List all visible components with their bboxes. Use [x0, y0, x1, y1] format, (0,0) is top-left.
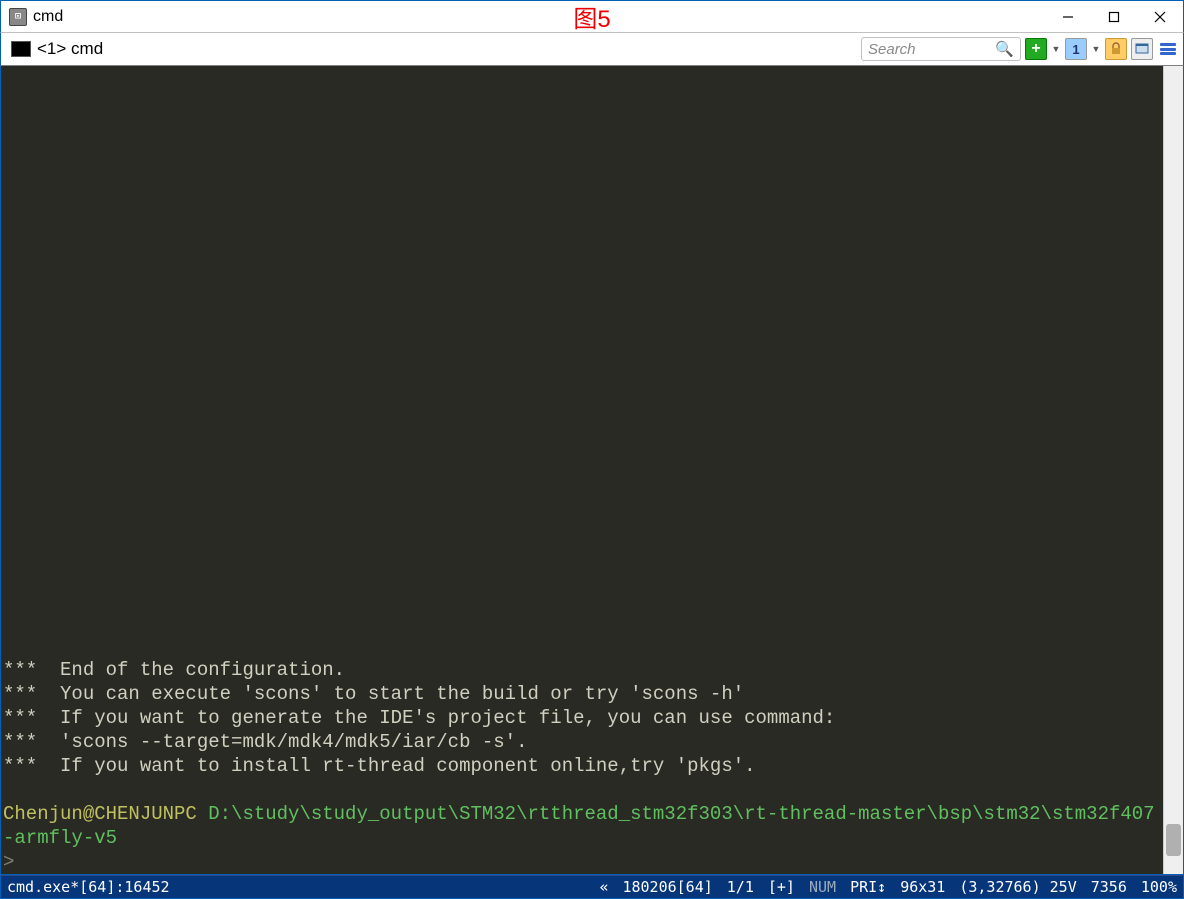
status-size: 96x31 — [900, 878, 945, 896]
hamburger-menu-icon[interactable] — [1157, 38, 1179, 60]
terminal-line: *** If you want to generate the IDE's pr… — [3, 706, 1161, 730]
view-button[interactable]: 1 — [1065, 38, 1087, 60]
terminal-icon — [11, 41, 31, 57]
lock-icon[interactable] — [1105, 38, 1127, 60]
terminal-line: *** 'scons --target=mdk/mdk4/mdk5/iar/cb… — [3, 730, 1161, 754]
window-titlebar: ⊡ cmd 图5 — [0, 0, 1184, 32]
prompt-user: Chenjun@CHENJUNPC — [3, 803, 208, 825]
terminal-line: *** If you want to install rt-thread com… — [3, 754, 1161, 778]
tab-label: <1> cmd — [37, 39, 103, 59]
search-placeholder: Search — [868, 41, 916, 58]
terminal-line: *** You can execute 'scons' to start the… — [3, 682, 1161, 706]
status-buffer: 180206[64] — [622, 878, 712, 896]
minimize-button[interactable] — [1045, 2, 1091, 32]
status-bar: cmd.exe*[64]:16452 « 180206[64] 1/1 [+] … — [0, 875, 1184, 899]
maximize-button[interactable] — [1091, 2, 1137, 32]
terminal[interactable]: *** End of the configuration. *** You ca… — [1, 66, 1163, 874]
scrollbar[interactable] — [1163, 66, 1183, 874]
status-numlock: NUM — [809, 878, 836, 896]
overlay-label: 图5 — [573, 0, 610, 34]
search-input[interactable]: Search 🔍 — [861, 37, 1021, 61]
console-tab[interactable]: <1> cmd — [5, 37, 109, 61]
toolbar: <1> cmd Search 🔍 + ▼ 1 ▼ — [0, 32, 1184, 66]
window-title: cmd — [33, 8, 63, 26]
app-icon: ⊡ — [9, 8, 27, 26]
terminal-line: *** End of the configuration. — [3, 658, 1161, 682]
scrollbar-thumb[interactable] — [1166, 824, 1181, 856]
window-controls — [1045, 2, 1183, 32]
status-process: cmd.exe*[64]:16452 — [7, 878, 170, 896]
status-position: 1/1 — [727, 878, 754, 896]
terminal-container: *** End of the configuration. *** You ca… — [0, 66, 1184, 875]
terminal-blank-line — [3, 778, 1161, 802]
search-icon: 🔍 — [995, 40, 1014, 58]
status-zoom: 100% — [1141, 878, 1177, 896]
status-cursor: (3,32766) 25V — [959, 878, 1076, 896]
view-dropdown[interactable]: ▼ — [1091, 44, 1101, 54]
close-button[interactable] — [1137, 2, 1183, 32]
fullscreen-icon[interactable] — [1131, 38, 1153, 60]
terminal-prompt-line: Chenjun@CHENJUNPC D:\study\study_output\… — [3, 802, 1161, 850]
status-chevrons: « — [599, 878, 608, 896]
terminal-caret-line: > — [3, 850, 1161, 874]
status-priority: PRI↕ — [850, 878, 886, 896]
prompt-caret: > — [3, 851, 14, 873]
new-console-button[interactable]: + — [1025, 38, 1047, 60]
status-plus: [+] — [768, 878, 795, 896]
status-memory: 7356 — [1091, 878, 1127, 896]
new-console-dropdown[interactable]: ▼ — [1051, 44, 1061, 54]
